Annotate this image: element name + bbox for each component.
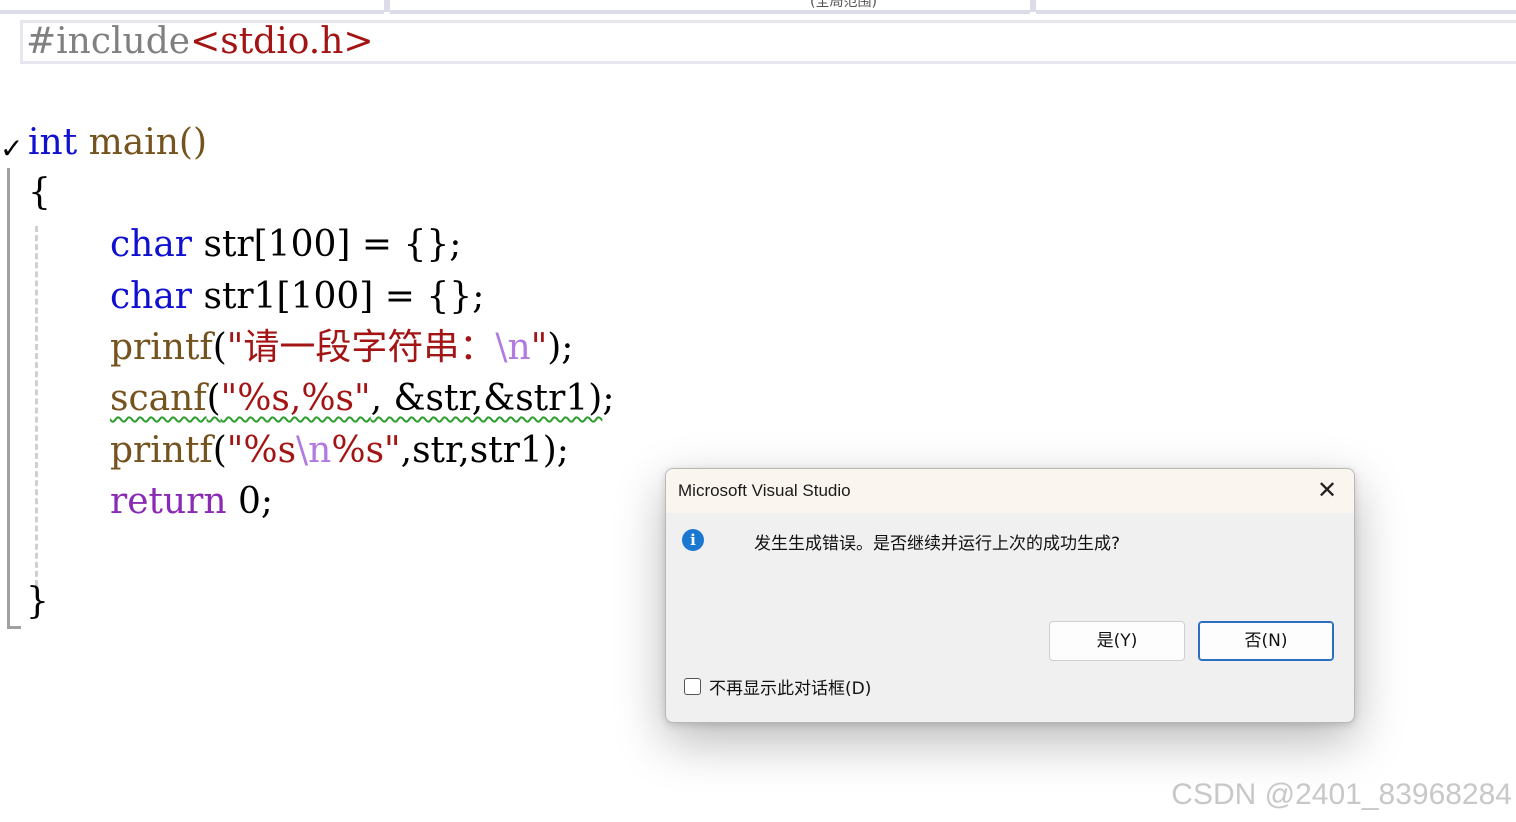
- nav-member-dropdown[interactable]: [1036, 0, 1516, 14]
- code-line-12: }: [26, 576, 49, 628]
- watermark: CSDN @2401_83968284: [1171, 778, 1512, 811]
- declaration-str: str[100] = {};: [192, 224, 462, 265]
- collapse-toggle-icon[interactable]: ✓: [0, 132, 23, 165]
- keyword-char: char: [110, 276, 193, 317]
- code-line-1: #include<stdio.h>: [26, 16, 374, 68]
- format-string-part: %s": [331, 430, 401, 471]
- keyword-char: char: [110, 224, 193, 265]
- code-line-6: char str1[100] = {};: [110, 271, 484, 323]
- nav-scope-label: (全局范围): [810, 0, 877, 10]
- close-brace: }: [26, 581, 49, 622]
- dont-show-again-checkbox[interactable]: [684, 677, 701, 695]
- warning-squiggle[interactable]: scanf("%s,%s", &str,&str1): [110, 378, 602, 419]
- function-name-main: main(): [77, 122, 208, 163]
- code-line-7: printf("请一段字符串：\n");: [110, 322, 573, 374]
- keyword-return: return: [110, 481, 227, 522]
- format-string: "%s,%s": [220, 378, 371, 419]
- include-header: <stdio.h>: [190, 21, 374, 62]
- code-line-9: printf("%s\n%s",str,str1);: [110, 425, 569, 477]
- declaration-str1: str1[100] = {};: [192, 276, 485, 317]
- close-icon[interactable]: ✕: [1314, 477, 1340, 503]
- code-line-8: scanf("%s,%s", &str,&str1);: [110, 373, 614, 425]
- keyword-int: int: [28, 122, 78, 163]
- open-brace: {: [28, 172, 51, 213]
- paren: (: [212, 327, 227, 368]
- escape-sequence: \n: [296, 430, 332, 471]
- function-printf: printf: [110, 430, 213, 471]
- code-line-4: {: [28, 167, 51, 219]
- function-printf: printf: [110, 327, 213, 368]
- dont-show-again-label[interactable]: 不再显示此对话框(D): [709, 674, 871, 699]
- nav-scope-dropdown[interactable]: (全局范围): [390, 0, 1030, 14]
- yes-button[interactable]: 是(Y): [1049, 621, 1185, 661]
- outline-guide-end: [7, 626, 21, 629]
- paren: (: [212, 430, 227, 471]
- no-button[interactable]: 否(N): [1198, 621, 1334, 661]
- paren: (: [206, 378, 221, 419]
- code-line-5: char str[100] = {};: [110, 219, 461, 271]
- preprocessor-directive: #include: [26, 21, 191, 62]
- info-icon: i: [682, 529, 704, 551]
- code-line-10: return 0;: [110, 476, 273, 528]
- message-dialog: Microsoft Visual Studio ✕ i 发生生成错误。是否继续并…: [665, 468, 1355, 723]
- function-scanf: scanf: [110, 378, 207, 419]
- format-string-part: "%s: [226, 430, 297, 471]
- dialog-message: 发生生成错误。是否继续并运行上次的成功生成?: [754, 534, 1121, 554]
- string-end: ": [530, 327, 548, 368]
- scanf-args: , &str,&str1): [370, 378, 603, 419]
- indent-guide: [35, 226, 38, 586]
- code-line-3: int main(): [28, 117, 207, 169]
- dialog-titlebar[interactable]: Microsoft Visual Studio ✕: [666, 469, 1354, 513]
- dont-show-again-row[interactable]: 不再显示此对话框(D): [684, 674, 871, 699]
- navigation-bar: (全局范围): [0, 0, 1516, 14]
- nav-project-dropdown[interactable]: [0, 0, 384, 14]
- dialog-title: Microsoft Visual Studio: [678, 481, 851, 500]
- string-literal: "请一段字符串：: [226, 327, 496, 368]
- semicolon: ;: [602, 378, 615, 419]
- return-value: 0;: [226, 481, 274, 522]
- printf-args: ,str,str1);: [400, 430, 569, 471]
- escape-sequence: \n: [495, 327, 531, 368]
- paren-close: );: [547, 327, 574, 368]
- outline-guide: [7, 168, 10, 626]
